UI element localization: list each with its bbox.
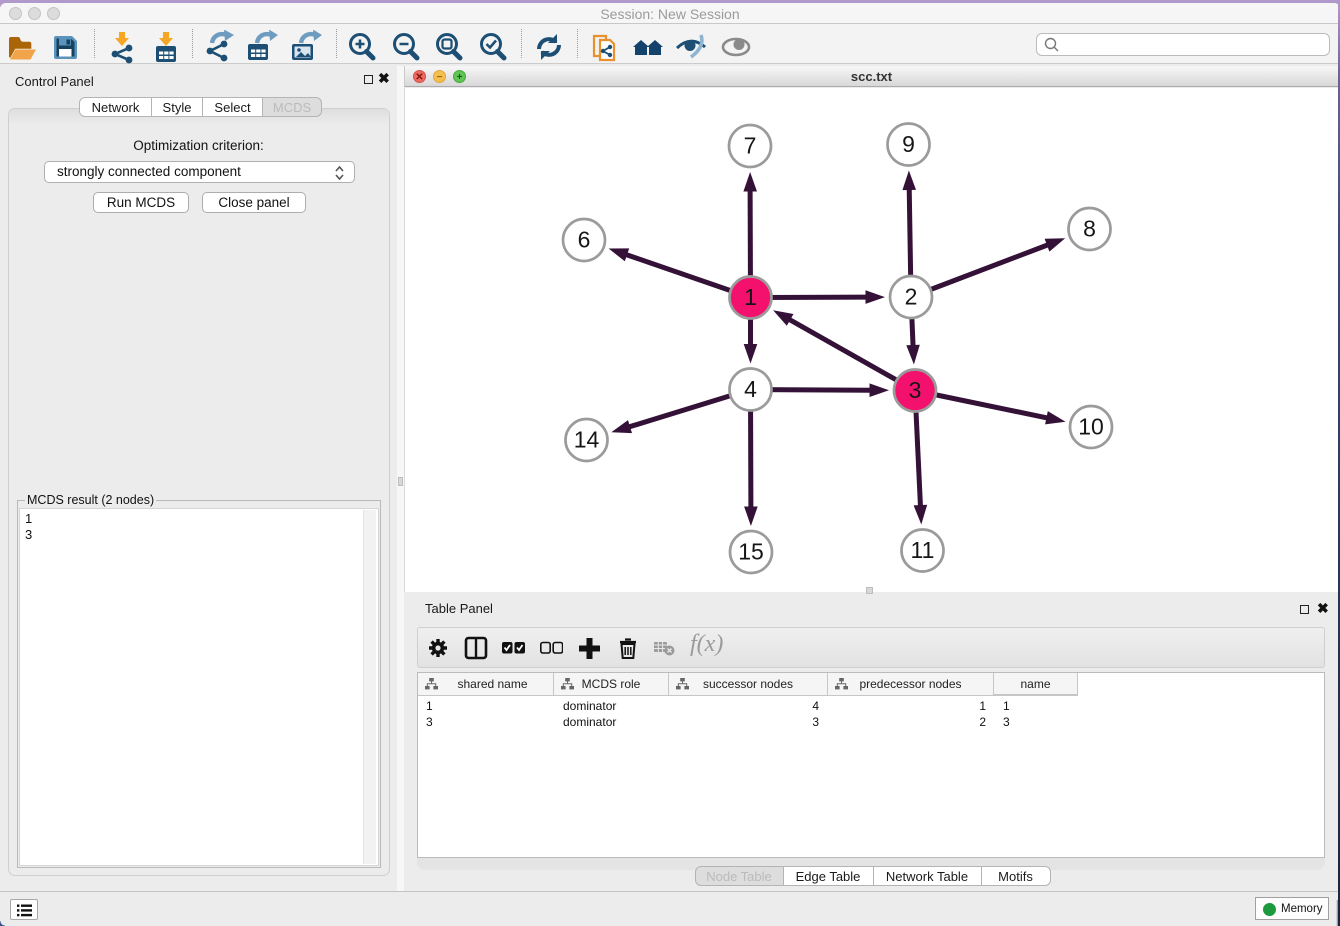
svg-text:4: 4: [744, 376, 757, 402]
svg-text:9: 9: [902, 131, 915, 157]
svg-text:6: 6: [578, 227, 591, 253]
svg-text:15: 15: [738, 539, 764, 565]
svg-text:1: 1: [744, 284, 757, 310]
svg-text:14: 14: [574, 427, 600, 453]
svg-text:3: 3: [909, 377, 922, 403]
svg-text:7: 7: [744, 133, 757, 159]
svg-text:2: 2: [905, 284, 918, 310]
svg-text:10: 10: [1078, 414, 1104, 440]
svg-text:8: 8: [1083, 216, 1096, 242]
svg-text:11: 11: [911, 537, 935, 563]
